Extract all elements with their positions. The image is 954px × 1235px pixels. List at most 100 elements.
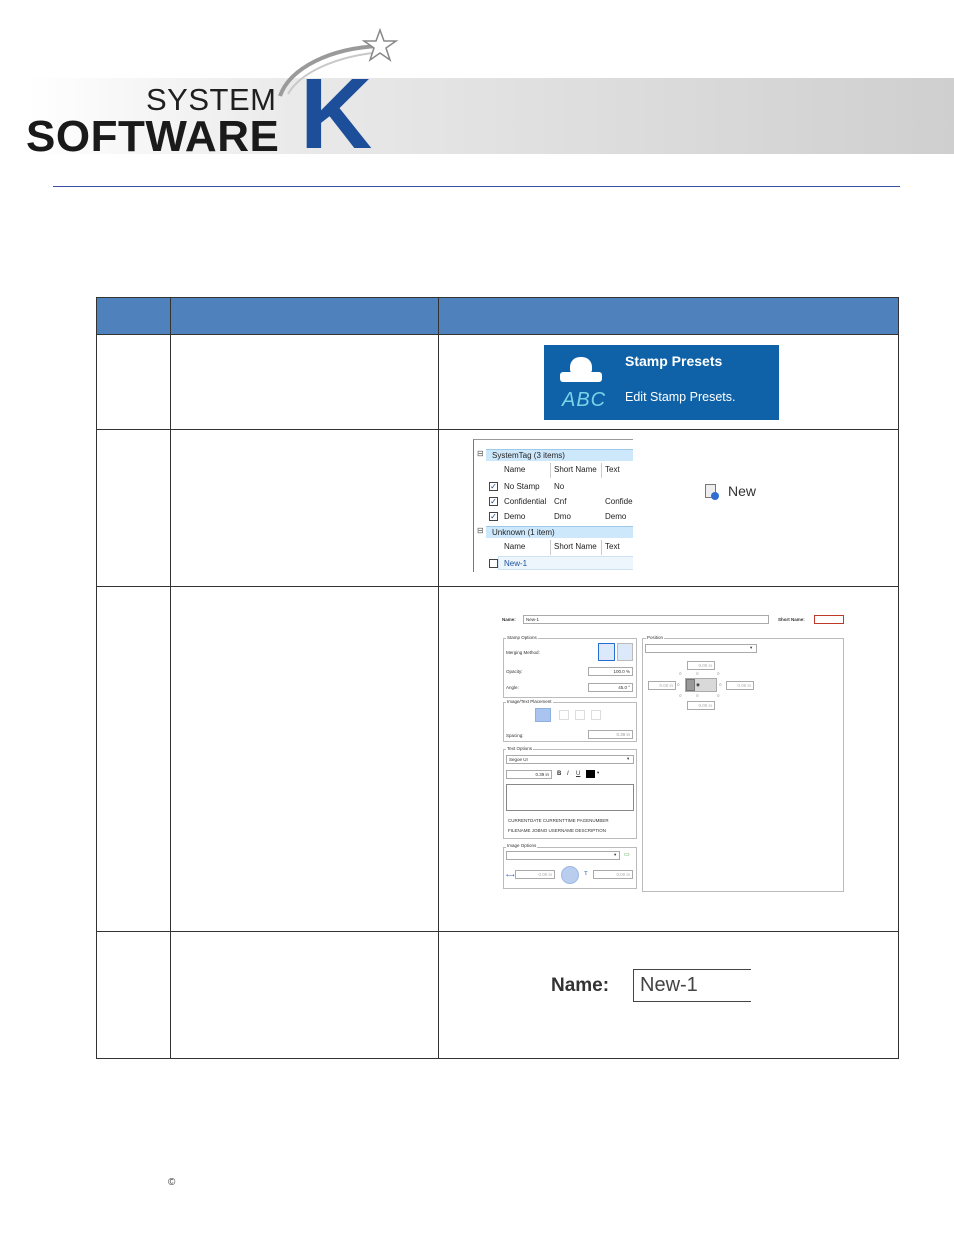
col-header-text[interactable]: Text [605,540,620,554]
anchor-radio[interactable]: ○ [696,671,699,676]
stamp-text-area[interactable] [506,784,634,811]
color-swatch[interactable] [586,770,595,778]
preset-list: ⊟ SystemTag (3 items) Name Short Name Te… [473,439,633,572]
chevron-down-icon[interactable]: ▾ [750,645,752,651]
row-divider [96,334,899,335]
row-divider [96,429,899,430]
spacing-label: Spacing: [506,733,524,738]
list-item[interactable]: No Stamp [504,480,540,494]
stamp-base-icon [560,372,602,382]
tokens-line-2: FILENAME JOBNO USERNAME DESCRIPTION [508,828,607,833]
col-header-short[interactable]: Short Name [554,463,597,477]
width-icon: ⟷ [506,873,515,879]
opacity-input[interactable]: 100.0 % [588,667,633,676]
col-header-text[interactable]: Text [605,463,620,477]
merging-method-label: Merging Method: [506,650,540,655]
list-item-short: Cnf [554,497,567,506]
name-label-zoom: Name: [551,975,610,996]
merge-method-1-button[interactable] [598,643,615,661]
stamp-presets-desc: Edit Stamp Presets. [625,390,736,404]
checkbox-checked[interactable]: ✓ [489,497,498,506]
chevron-down-icon[interactable]: ▾ [614,852,616,858]
list-item-text: Demo [605,512,627,521]
text-options-label: Text Options [506,746,534,751]
italic-button[interactable]: I [567,771,569,777]
anchor-radio[interactable]: ○ [677,682,680,687]
stamp-abc-text: ABC [562,389,607,411]
logo-software-text: SOFTWARE [26,112,280,161]
position-group [642,638,844,892]
underline-button[interactable]: U [576,771,580,777]
name-input[interactable]: New-1 [523,615,769,624]
image-width-input[interactable]: 0.00 in [515,870,555,879]
position-top-input[interactable]: 0.00 in [687,661,715,670]
anchor-radio[interactable]: ○ [679,671,682,676]
list-item-short: No [554,482,565,491]
position-left-input[interactable]: 0.00 in [648,681,676,690]
stamp-editor-form: Name: New-1 Short Name: Stamp Options Me… [500,612,850,902]
bold-button[interactable]: B [557,771,561,777]
col-header-name[interactable]: Name [504,540,525,554]
spacing-input[interactable]: 0.39 in [588,730,633,739]
folder-icon[interactable]: ▭ [624,851,630,858]
logo-k-mark: K [300,58,373,170]
placement-label: Image/Text Placement [506,699,553,704]
list-item[interactable]: Demo [504,510,525,524]
row-divider [96,931,899,932]
checkbox-unchecked[interactable] [489,559,498,568]
col-header-name[interactable]: Name [504,463,525,477]
font-size-input[interactable]: 0.39 in [506,770,552,779]
anchor-radio[interactable]: ○ [717,671,720,676]
collapse-icon[interactable]: ⊟ [477,527,485,535]
short-name-input[interactable] [814,615,844,624]
position-select[interactable] [645,644,757,653]
position-marker [686,679,695,691]
lock-ratio-icon[interactable] [561,866,579,884]
list-item[interactable]: New-1 [504,557,527,571]
col-divider [170,297,171,1059]
collapse-icon[interactable]: ⊟ [477,450,485,458]
anchor-radio[interactable]: ○ [717,693,720,698]
header-rule [53,186,900,187]
name-label: Name: [502,617,516,622]
col-divider [438,297,439,1059]
short-name-label: Short Name: [778,617,805,622]
stamp-options-label: Stamp Options [506,635,538,640]
stamp-presets-title: Stamp Presets [625,353,723,369]
group-unknown[interactable]: Unknown (1 item) [486,526,633,538]
row-divider [96,586,899,587]
name-input-zoom[interactable]: New-1 [633,969,751,1002]
anchor-radio[interactable]: ○ [719,682,722,687]
placement-option-button[interactable] [559,710,569,720]
placement-option-button[interactable] [591,710,601,720]
placement-option-button[interactable] [535,708,551,722]
position-bottom-input[interactable]: 0.00 in [687,701,715,710]
image-height-input[interactable]: 0.00 in [593,870,633,879]
chevron-down-icon[interactable]: ▾ [627,756,629,762]
list-item-text: Confide [605,497,633,506]
stamp-presets-button[interactable]: ABC Stamp Presets Edit Stamp Presets. [544,345,779,420]
image-select[interactable] [506,851,620,860]
list-item[interactable]: Confidential [504,495,546,509]
placement-option-button[interactable] [575,710,585,720]
angle-label: Angle: [506,685,519,690]
copyright-symbol: © [168,1177,176,1188]
anchor-radio[interactable]: ○ [679,693,682,698]
chevron-down-icon[interactable]: ▾ [597,770,599,776]
angle-input[interactable]: 45.0 ° [588,683,633,692]
height-icon: Ⲧ [584,871,588,877]
checkbox-checked[interactable]: ✓ [489,482,498,491]
new-badge-icon [711,492,719,500]
merge-method-2-button[interactable] [617,643,633,661]
position-right-input[interactable]: 0.00 in [726,681,754,690]
col-header-short[interactable]: Short Name [554,540,597,554]
anchor-radio-selected[interactable]: ◉ [696,682,700,688]
list-item-short: Dmo [554,512,571,521]
opacity-label: Opacity: [506,669,523,674]
font-select[interactable]: Segoe UI [506,755,634,764]
group-systemtag[interactable]: SystemTag (3 items) [486,449,633,461]
anchor-radio[interactable]: ○ [696,693,699,698]
tokens-line-1: CURRENTDATE CURRENTTIME PAGENUMBER [508,818,609,823]
checkbox-checked[interactable]: ✓ [489,512,498,521]
new-button-label: New [728,483,757,499]
